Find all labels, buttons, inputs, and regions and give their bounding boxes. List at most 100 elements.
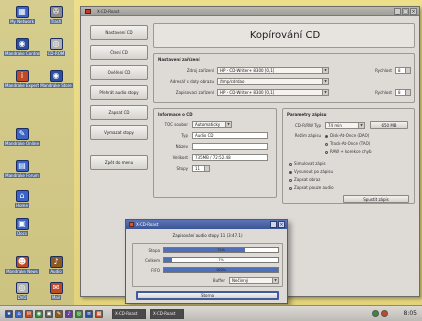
write-mode-radio[interactable]: RAW + korekce chyb: [325, 149, 372, 154]
write-option-checkbox[interactable]: Vysunout po zápisu: [289, 169, 333, 174]
desk-icon-10[interactable]: ☻ Mandrake News: [4, 256, 40, 278]
speed-spinner[interactable]: 8: [395, 89, 411, 96]
sidebar-btn-vymazat[interactable]: Vymazat stopy: [90, 125, 148, 140]
write-option-checkbox[interactable]: Zapsat pouze audio: [289, 185, 334, 190]
device-row-select[interactable]: /tmp/cdrdao ▼: [217, 78, 329, 85]
tb-launch-7-icon[interactable]: ◎: [75, 310, 83, 318]
device-row-select[interactable]: HP - CD-Writer+ 8300 [0,1] ▼: [217, 89, 329, 96]
write-mode-radio[interactable]: Disk-At-Once (DAO): [325, 133, 369, 138]
tb-task-xcdroast[interactable]: X-CD-Roast: [112, 309, 146, 319]
radio-icon: [325, 142, 328, 146]
disc-size-button[interactable]: 650 MB: [370, 121, 408, 129]
desk-icon-8-icon: ⌂: [15, 190, 29, 202]
device-row-select[interactable]: HP - CD-Writer+ 8300 [0,1] ▼: [217, 67, 329, 74]
spinner-arrows-icon: [204, 166, 209, 171]
dialog-app-icon: [129, 222, 134, 227]
write-option-checkbox[interactable]: Simulovat zápis: [289, 161, 326, 166]
speed-spinner[interactable]: 8: [395, 67, 411, 74]
speed-label: Rychlost: [375, 90, 392, 95]
desk-icon-0-icon: ▦: [15, 6, 29, 18]
sidebar-btn-prehrat[interactable]: Přehrát audio stopy: [90, 85, 148, 100]
tray-icon-0[interactable]: [372, 310, 379, 317]
progress-celkem: 7%: [163, 257, 279, 263]
window-titlebar[interactable]: X-CD-Roast _ □ ×: [81, 7, 419, 16]
desk-icon-1-label: Trash: [49, 19, 63, 24]
toc-select[interactable]: Automaticky ▼: [192, 121, 232, 128]
tb-launch-1-icon[interactable]: ⌂: [15, 310, 23, 318]
desk-icon-1[interactable]: ✇ Trash: [38, 6, 74, 28]
write-mode-radio[interactable]: Track-At-Once (TAO): [325, 141, 370, 146]
desk-icon-9[interactable]: ▣ Docs: [4, 218, 40, 240]
radio-icon: [325, 150, 328, 154]
tray-icon-1[interactable]: [381, 310, 388, 317]
desk-icon-7[interactable]: ▤ Mandrake Forum: [4, 160, 40, 182]
progress-fifo-text: 100%: [215, 268, 226, 272]
desk-icon-3[interactable]: ◎ CD-ROM: [38, 38, 74, 60]
main-title-frame: Kopírování CD: [153, 23, 415, 48]
desk-icon-4[interactable]: i Mandrake Expert: [4, 70, 40, 92]
cd-info-label: Velikost: [172, 155, 188, 160]
tb-launch-4-icon[interactable]: ▣: [45, 310, 53, 318]
dialog-close-button[interactable]: ×: [278, 221, 285, 228]
desk-icon-13-label: Mail: [50, 295, 62, 300]
sidebar-btn-overeni[interactable]: Ověření CD: [90, 65, 148, 80]
close-button[interactable]: ×: [410, 8, 417, 15]
desk-icon-0-label: My Network: [9, 19, 35, 24]
sidebar-btn-zpet[interactable]: Zpět do menu: [90, 155, 148, 170]
tb-launch-0-icon[interactable]: ★: [5, 310, 13, 318]
cd-info-field[interactable]: [192, 143, 268, 150]
desk-icon-6[interactable]: ✎ Mandrake Online: [4, 128, 40, 150]
app-icon: [85, 9, 91, 14]
cd-info-label: Typ: [181, 133, 188, 138]
desk-icon-5[interactable]: ◉ Mandrake Store: [38, 70, 74, 92]
checkbox-icon: [289, 186, 292, 190]
sidebar-btn-nastaveni[interactable]: Nastavení CD: [90, 25, 148, 40]
chevron-down-icon: ▼: [322, 90, 328, 95]
cancel-button[interactable]: Storno: [136, 291, 279, 300]
desk-icon-6-label: Mandrake Online: [4, 141, 40, 146]
devices-group: Nastavení zařízení Zdroj zařízení HP - CD…: [153, 53, 415, 103]
write-option-checkbox[interactable]: Zapsat obraz: [289, 177, 320, 182]
desk-icon-8[interactable]: ⌂ Home: [4, 190, 40, 212]
sidebar-btn-cteni[interactable]: Čtení CD: [90, 45, 148, 60]
tb-launch-8-icon[interactable]: ≡: [85, 310, 93, 318]
desk-icon-3-label: CD-ROM: [46, 51, 66, 56]
sidebar-btn-zapsat[interactable]: Zapsat CD: [90, 105, 148, 120]
write-progress-dialog: X-CD-Roast _ × Zapisování audio stopy 11…: [125, 219, 288, 304]
progress-fifo-label: FIFO: [151, 268, 160, 273]
desk-icon-4-label: Mandrake Expert: [4, 83, 40, 88]
desk-icon-7-icon: ▤: [15, 160, 29, 172]
desk-icon-12[interactable]: ◎ DVD: [4, 282, 40, 304]
disc-type-select[interactable]: 74 min ▼: [325, 122, 365, 129]
dialog-titlebar[interactable]: X-CD-Roast _ ×: [126, 220, 287, 229]
desk-icon-13[interactable]: ✉ Mail: [38, 282, 74, 304]
tb-launch-2-icon[interactable]: ✉: [25, 310, 33, 318]
progress-fifo: 100%: [163, 267, 279, 273]
progress-celkem-text: 7%: [218, 258, 224, 262]
cd-info-field[interactable]: 735MB / 72:52.48: [192, 154, 268, 161]
desk-icon-0[interactable]: ▦ My Network: [4, 6, 40, 28]
minimize-button[interactable]: _: [394, 8, 401, 15]
chevron-down-icon: ▼: [358, 123, 364, 128]
tb-launch-3-icon[interactable]: ◉: [35, 310, 43, 318]
tb-launch-5-icon[interactable]: ✎: [55, 310, 63, 318]
tb-task-term[interactable]: X-CD-Roast: [150, 309, 184, 319]
dialog-minimize-button[interactable]: _: [270, 221, 277, 228]
start-write-button[interactable]: Spustit zápis: [343, 195, 409, 203]
buffer-label: Buffer: [212, 278, 225, 283]
tb-launch-6-icon[interactable]: ♪: [65, 310, 73, 318]
device-row-label: Zdroj zařízení: [186, 68, 214, 73]
chevron-down-icon: ▼: [322, 79, 328, 84]
page-title: Kopírování CD: [249, 30, 321, 41]
cd-info-field[interactable]: Audio CD: [192, 132, 268, 139]
maximize-button[interactable]: □: [402, 8, 409, 15]
desk-icon-2[interactable]: ◉Mandrake Control Center: [4, 38, 40, 60]
tb-launch-9-icon[interactable]: ▦: [95, 310, 103, 318]
desk-icon-11[interactable]: ♪ Audio: [38, 256, 74, 278]
tracks-spinner[interactable]: 11: [192, 165, 210, 172]
desk-icon-5-icon: ◉: [49, 70, 63, 82]
buffer-select[interactable]: Nečinný ▼: [229, 277, 279, 284]
desk-icon-12-label: DVD: [16, 295, 28, 300]
progress-stopa-label: Stopa: [148, 248, 160, 253]
write-mode-label: Režim zápisu: [294, 133, 321, 138]
